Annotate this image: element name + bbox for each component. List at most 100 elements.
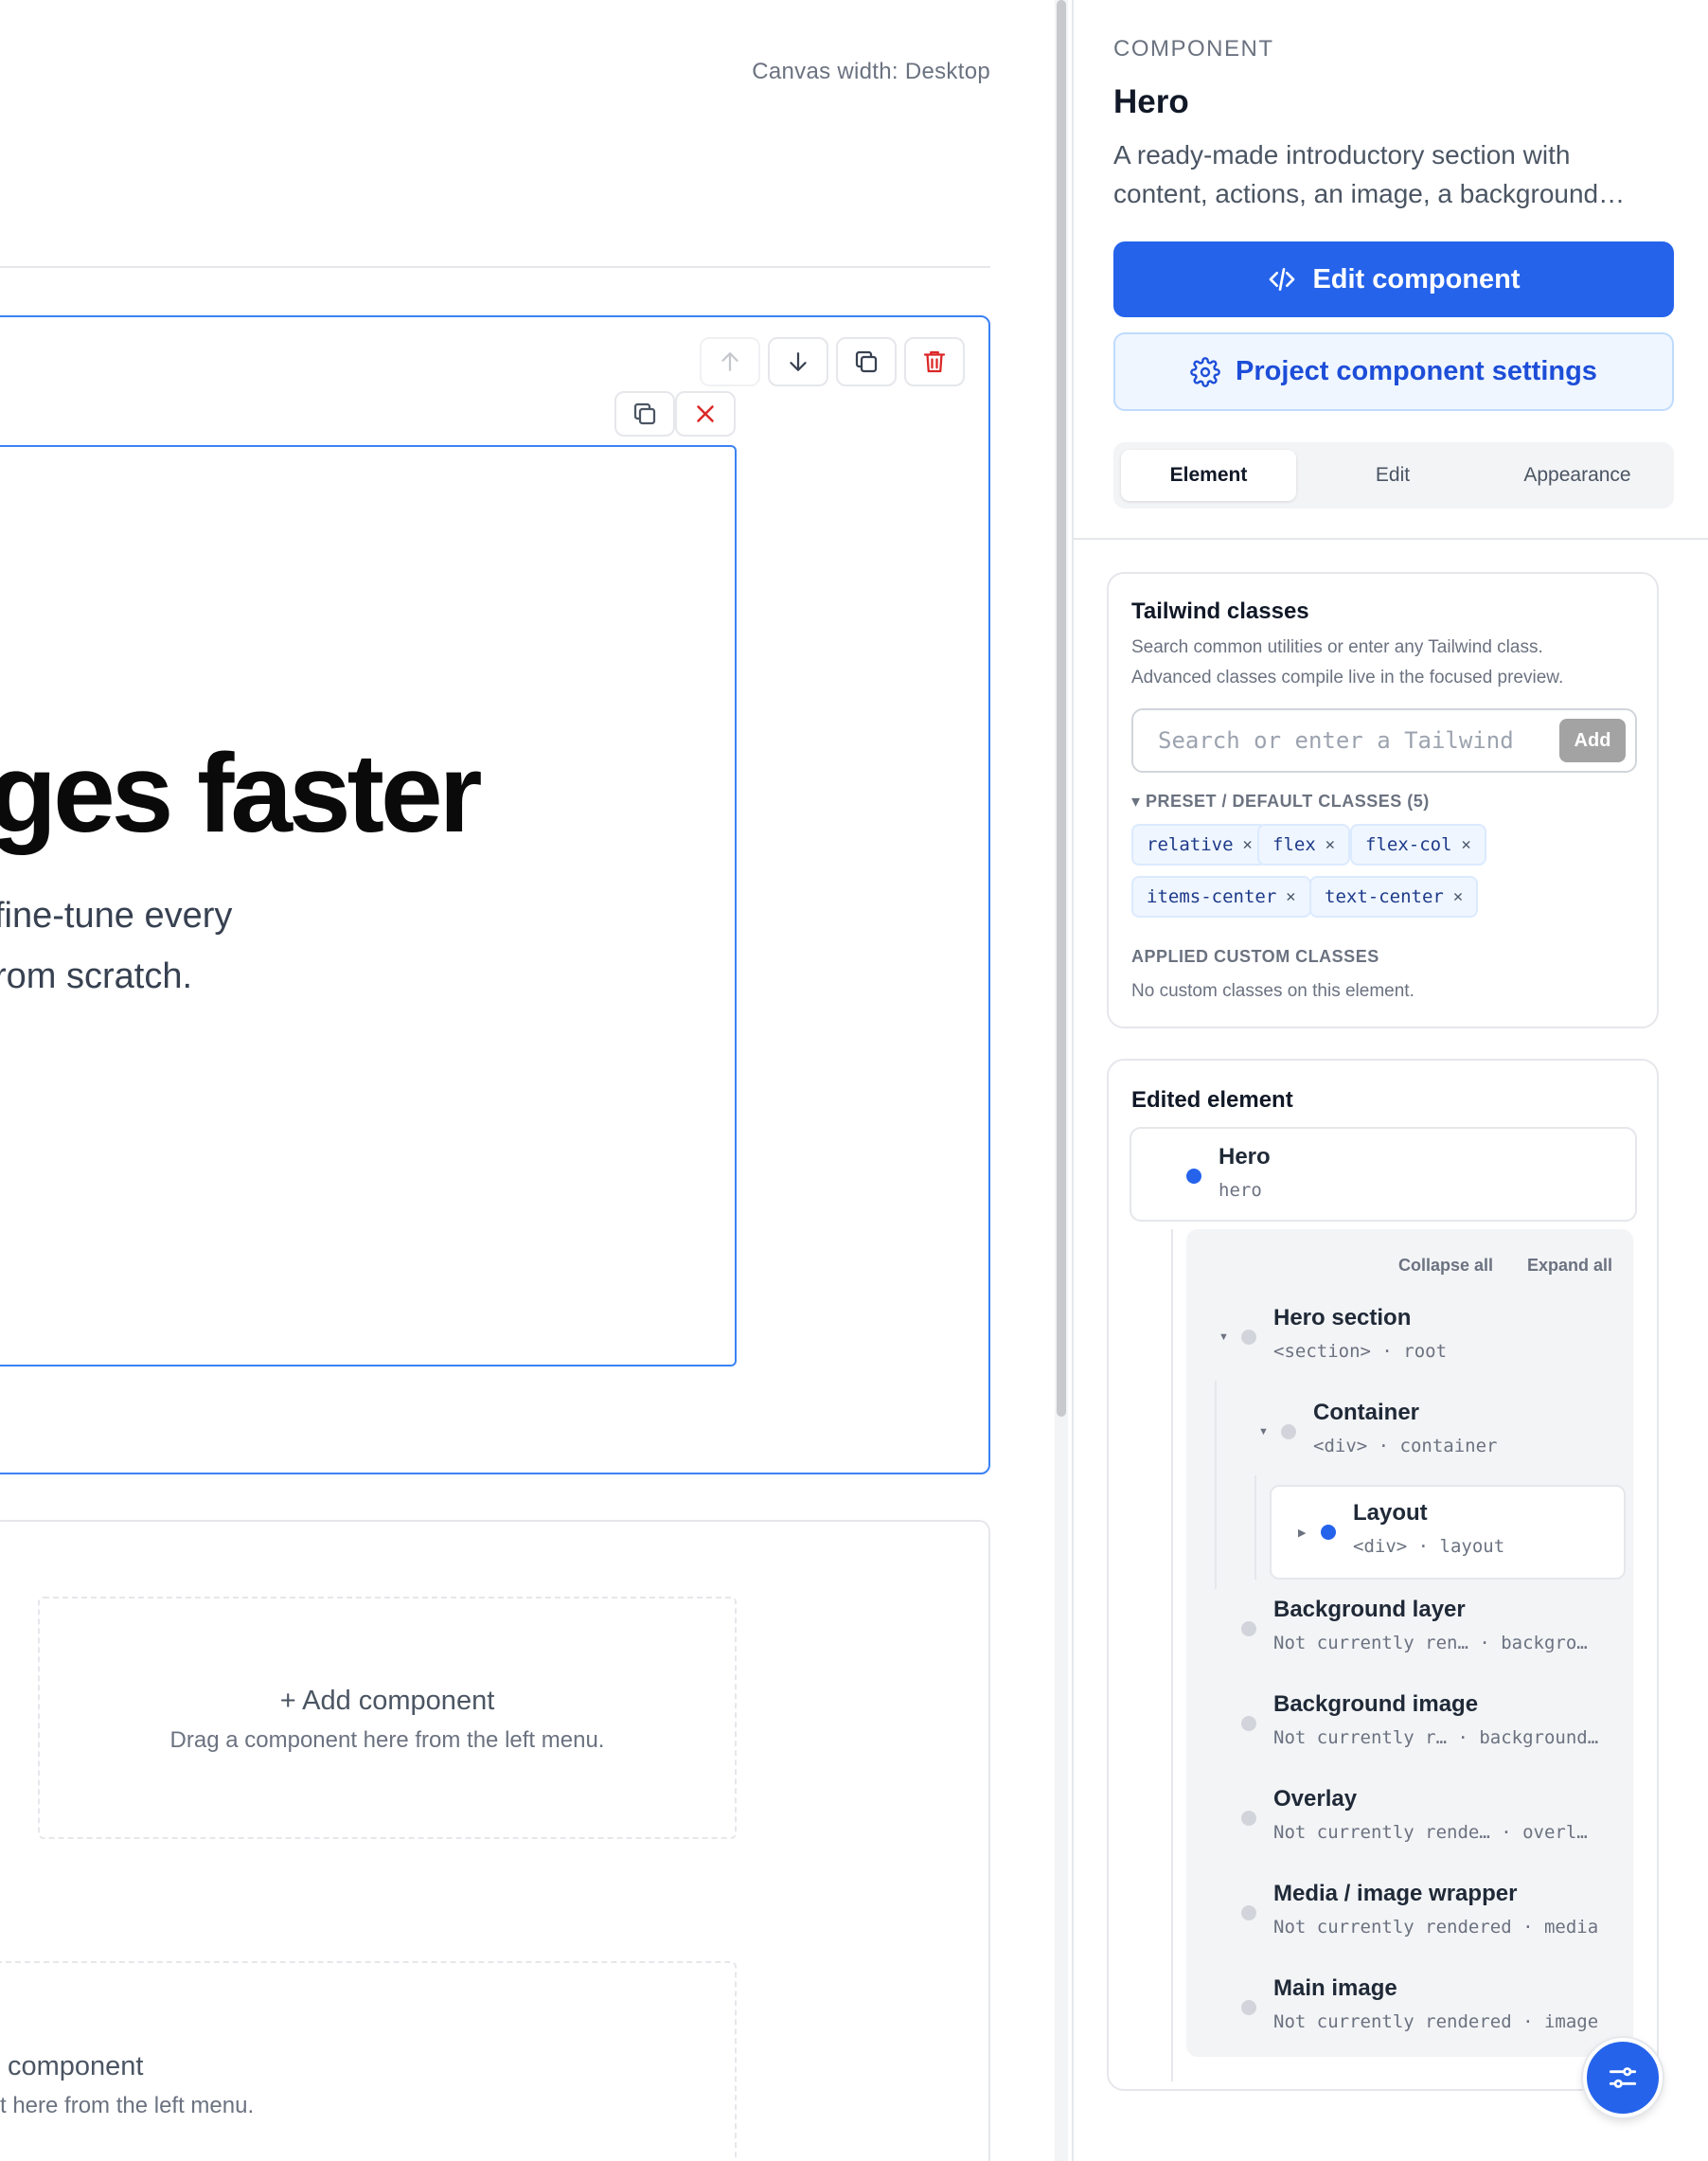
tree-node-overlay[interactable]: Overlay Not currently rende… · overl… [1186,1777,1633,1862]
class-chip-label: text-center [1325,886,1444,907]
add-class-button[interactable]: Add [1559,719,1626,762]
project-component-settings-button[interactable]: Project component settings [1113,332,1674,411]
class-chip-label: flex [1272,834,1316,855]
edited-element-card: Edited element Hero hero Collapse all Ex… [1107,1059,1659,2091]
sliders-icon [1609,2067,1637,2088]
tree-guide-line [1171,1229,1173,2081]
tailwind-help-line-2: Advanced classes compile live in the foc… [1131,668,1564,688]
tree-node-media-wrapper[interactable]: Media / image wrapper Not currently rend… [1186,1871,1633,1956]
node-dot [1281,1424,1296,1439]
tailwind-classes-title: Tailwind classes [1131,598,1309,624]
delete-component-button[interactable] [904,337,965,386]
element-tree: Collapse all Expand all ▼ Hero section <… [1186,1229,1633,2057]
editor-canvas[interactable]: Canvas width: Desktop ges faster fine-tu… [0,0,1051,2161]
tab-element[interactable]: Element [1121,450,1296,501]
tree-node-container[interactable]: ▼ Container <div> · container [1215,1390,1633,1475]
node-dot [1241,1811,1256,1826]
gear-icon [1190,356,1220,387]
move-up-button[interactable] [700,337,760,386]
class-chip-text-center: text-center ✕ [1309,876,1479,918]
arrow-down-icon [790,352,807,371]
class-chip-items-center: items-center ✕ [1131,876,1311,918]
tree-node-meta: Not currently rendered · media [1273,1917,1599,1938]
remove-class-icon[interactable]: ✕ [1243,835,1253,854]
expand-all-button[interactable]: Expand all [1527,1256,1612,1276]
tree-node-name: Hero [1219,1144,1271,1170]
selected-dot [1321,1525,1336,1540]
inspector-panel: COMPONENT Hero A ready-made introductory… [1072,0,1708,2161]
class-chip-label: flex-col [1365,834,1452,855]
tree-node-name: Hero section [1273,1305,1412,1331]
tree-root-hero[interactable]: Hero hero [1130,1127,1637,1222]
canvas-divider [0,266,990,268]
trash-icon [923,350,946,373]
hero-subtext-line-1: fine-tune every [0,896,233,936]
selected-dot [1186,1169,1201,1184]
tree-node-meta: <section> · root [1273,1341,1448,1362]
add-component-drop-zone[interactable] [38,1597,737,1839]
duplicate-component-button[interactable] [836,337,897,386]
caret-right-icon[interactable]: ▶ [1298,1527,1306,1539]
applied-classes-empty: No custom classes on this element. [1131,981,1414,1001]
class-chip-flex: flex ✕ [1257,824,1351,866]
tree-node-meta: Not currently rende… · overl… [1273,1822,1588,1843]
arrow-up-icon [721,352,738,371]
edit-component-label: Edit component [1312,263,1521,295]
move-down-button[interactable] [768,337,828,386]
tab-edit[interactable]: Edit [1303,450,1483,501]
caret-down-icon[interactable]: ▼ [1258,1426,1269,1438]
tailwind-search-input[interactable] [1135,712,1542,769]
panel-divider [1074,538,1708,540]
preset-classes-header[interactable]: ▾ PRESET / DEFAULT CLASSES (5) [1131,792,1430,812]
project-component-settings-label: Project component settings [1236,356,1597,386]
tree-node-background-layer[interactable]: Background layer Not currently ren… · ba… [1186,1587,1633,1672]
add-component-hint-2: t here from the left menu. [0,2093,255,2118]
tree-node-name: Background layer [1273,1597,1466,1622]
panel-title: Hero [1113,83,1189,120]
tree-node-main-image[interactable]: Main image Not currently rendered · imag… [1186,1966,1633,2051]
remove-class-icon[interactable]: ✕ [1325,835,1335,854]
tailwind-classes-card: Tailwind classes Search common utilities… [1107,572,1659,1028]
canvas-width-label: Canvas width: Desktop [752,59,990,84]
node-dot [1241,1330,1256,1345]
remove-class-icon[interactable]: ✕ [1286,887,1295,906]
hero-heading: ges faster [0,731,483,856]
tree-node-meta: hero [1219,1180,1262,1201]
tree-node-meta: Not currently r… · background… [1273,1727,1599,1748]
class-chip-flex-col: flex-col ✕ [1350,824,1486,866]
inspector-tabs: Element Edit Appearance [1113,442,1674,509]
node-dot [1241,1621,1256,1636]
deselect-element-button[interactable] [675,391,736,437]
node-dot [1241,1905,1256,1920]
tree-node-name: Overlay [1273,1786,1358,1812]
canvas-scrollbar-thumb[interactable] [1057,0,1066,1417]
tree-node-name: Main image [1273,1975,1397,2001]
tab-appearance[interactable]: Appearance [1487,450,1667,501]
node-dot [1241,2000,1256,2015]
caret-down-icon[interactable]: ▼ [1219,1331,1229,1343]
tailwind-help-line-1: Search common utilities or enter any Tai… [1131,637,1543,657]
floating-settings-button[interactable] [1583,2038,1663,2117]
add-component-label[interactable]: + Add component [38,1686,737,1717]
node-dot [1241,1716,1256,1731]
tree-node-name: Media / image wrapper [1273,1881,1518,1906]
tree-node-background-image[interactable]: Background image Not currently r… · back… [1186,1682,1633,1767]
tree-node-hero-section[interactable]: ▼ Hero section <section> · root [1186,1295,1633,1381]
hero-subtext-line-2: rom scratch. [0,956,193,996]
tree-node-name: Background image [1273,1691,1479,1717]
applied-classes-header: APPLIED CUSTOM CLASSES [1131,947,1379,966]
collapse-all-button[interactable]: Collapse all [1398,1256,1493,1276]
add-component-label-2[interactable]: component [8,2051,144,2082]
copy-icon [855,350,878,373]
tree-node-meta: Not currently rendered · image [1273,2011,1599,2032]
tree-node-layout[interactable]: ▶ Layout <div> · layout [1270,1485,1626,1580]
remove-class-icon[interactable]: ✕ [1462,835,1471,854]
tree-node-meta: Not currently ren… · backgro… [1273,1633,1588,1653]
class-chip-label: relative [1147,834,1234,855]
remove-class-icon[interactable]: ✕ [1453,887,1463,906]
panel-description: A ready-made introductory section with c… [1113,140,1626,208]
duplicate-element-button[interactable] [614,391,675,437]
edit-component-button[interactable]: Edit component [1113,241,1674,317]
panel-kicker: COMPONENT [1113,36,1274,62]
tree-node-name: Layout [1353,1500,1428,1526]
